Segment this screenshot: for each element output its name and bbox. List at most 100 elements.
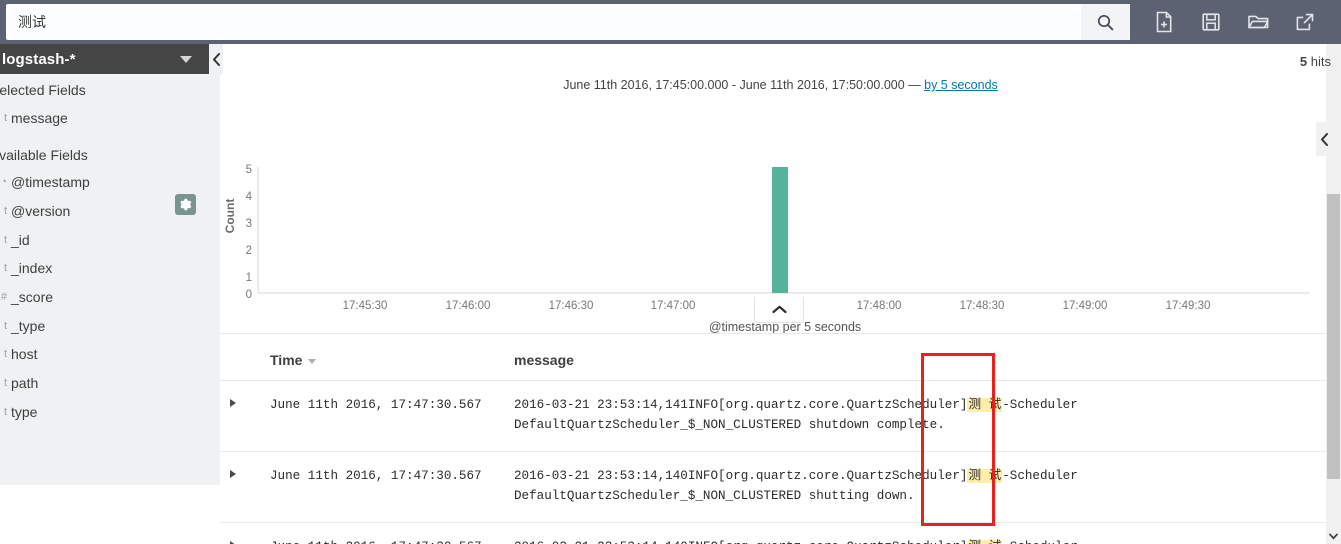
chevron-up-icon — [771, 305, 787, 314]
field-type-icon: t — [3, 112, 7, 125]
save-button[interactable] — [1187, 0, 1234, 44]
table-body: June 11th 2016, 17:47:30.567 2016-03-21 … — [220, 380, 1341, 544]
table-row[interactable]: June 11th 2016, 17:47:30.567 2016-03-21 … — [220, 522, 1341, 544]
search-input[interactable] — [6, 5, 1130, 39]
field-item-version[interactable]: t @version — [0, 197, 220, 226]
share-button[interactable] — [1281, 0, 1328, 44]
field-name: _index — [11, 260, 53, 277]
field-item-index[interactable]: t _index — [0, 254, 220, 283]
y-axis-label: Count — [223, 199, 237, 234]
vertical-scrollbar-thumb[interactable] — [1327, 194, 1340, 479]
x-tick-5: 17:48:00 — [857, 300, 902, 312]
scroll-down-arrow[interactable] — [1326, 529, 1341, 544]
y-tick-4: 4 — [246, 191, 253, 203]
save-icon — [1201, 13, 1220, 31]
table-row[interactable]: June 11th 2016, 17:47:30.567 2016-03-21 … — [220, 380, 1341, 452]
string-field-type-icon: t — [3, 205, 7, 218]
row-message-cell: 2016-03-21 23:53:14,140INFO[org.quartz.c… — [514, 451, 1341, 523]
chart-collapse-toggle[interactable] — [754, 297, 804, 323]
kibana-discover-page: logstash-* Selected Fields t message Ava… — [0, 0, 1341, 544]
field-name: @version — [11, 203, 71, 220]
clock-field-type-icon: ◔ — [0, 176, 7, 189]
string-field-type-icon: t — [3, 233, 7, 246]
field-name: message — [11, 110, 68, 127]
query-bar[interactable] — [6, 4, 1130, 40]
message-column-label: message — [514, 352, 574, 368]
y-tick-3: 3 — [246, 218, 252, 230]
x-tick-2: 17:46:30 — [549, 300, 594, 312]
message-prefix: 2016-03-21 23:53:14,140INFO[org.quartz.c… — [514, 469, 968, 483]
row-time-cell: June 11th 2016, 17:47:30.567 — [258, 522, 514, 544]
field-item-score[interactable]: # _score — [0, 283, 220, 312]
x-tick-8: 17:49:30 — [1166, 300, 1211, 312]
selected-field-list: t message — [0, 104, 220, 133]
open-folder-icon — [1247, 15, 1269, 29]
sidebar-collapse-button[interactable] — [209, 44, 223, 74]
hits-counter: 5 hits — [1300, 54, 1331, 69]
field-item-host[interactable]: t host — [0, 340, 220, 369]
row-time-cell: June 11th 2016, 17:47:30.567 — [258, 451, 514, 523]
y-tick-5: 5 — [246, 164, 252, 176]
search-submit-button[interactable] — [1081, 4, 1130, 40]
open-button[interactable] — [1234, 0, 1281, 44]
message-column-header[interactable]: message — [514, 333, 1341, 381]
message-prefix: 2016-03-21 23:53:14,140INFO[org.quartz.c… — [514, 540, 967, 544]
field-item-timestamp[interactable]: ◔ @timestamp — [0, 168, 220, 197]
field-name: type — [11, 403, 38, 420]
new-document-icon — [1156, 11, 1171, 33]
expand-row-cell[interactable] — [220, 380, 258, 452]
row-time-cell: June 11th 2016, 17:47:30.567 — [258, 380, 514, 452]
expand-row-icon[interactable] — [230, 399, 236, 407]
field-name: _score — [11, 289, 54, 306]
chart-panel-collapse-button[interactable] — [1316, 122, 1333, 156]
y-tick-2: 2 — [246, 245, 252, 257]
field-item-path[interactable]: t path — [0, 369, 220, 398]
sidebar-bottom-strip — [0, 485, 220, 544]
chevron-left-icon — [1321, 132, 1328, 146]
index-pattern-selector[interactable]: logstash-* — [0, 44, 210, 74]
field-name: @timestamp — [11, 174, 90, 191]
string-field-type-icon: t — [3, 348, 7, 361]
row-message-cell: 2016-03-21 23:53:14,140INFO[org.quartz.c… — [514, 522, 1341, 544]
new-document-button[interactable] — [1140, 0, 1187, 44]
y-tick-0: 0 — [246, 289, 252, 301]
table-header-row: Time message — [220, 333, 1341, 381]
x-tick-7: 17:49:00 — [1063, 300, 1108, 312]
field-item-type-meta[interactable]: t _type — [0, 311, 220, 340]
message-highlight: 测 试 — [967, 398, 1003, 412]
chevron-down-icon — [180, 56, 192, 63]
search-icon — [1097, 14, 1114, 30]
string-field-type-icon: t — [3, 262, 7, 275]
documents-table: Time message June 11th 2016, 17:47:30.56… — [220, 333, 1341, 544]
string-field-type-icon: t — [3, 377, 7, 390]
field-item-message[interactable]: t message — [0, 104, 220, 133]
expand-row-icon[interactable] — [230, 470, 236, 478]
field-name: path — [11, 375, 39, 392]
string-field-type-icon: t — [3, 319, 7, 332]
hits-label: hits — [1310, 54, 1331, 69]
nav-icon-group — [1140, 0, 1328, 44]
x-tick-6: 17:48:30 — [960, 300, 1005, 312]
top-navigation-bar — [0, 0, 1341, 44]
index-pattern-label: logstash-* — [2, 50, 76, 68]
x-tick-3: 17:47:00 — [651, 300, 696, 312]
vertical-scrollbar-track[interactable] — [1326, 44, 1341, 544]
chart-interval-link[interactable]: by 5 seconds — [924, 78, 998, 92]
time-column-label: Time — [270, 352, 303, 368]
expand-row-cell[interactable] — [220, 522, 258, 544]
share-external-icon — [1296, 13, 1313, 31]
discover-main-panel: 5 hits June 11th 2016, 17:45:00.000 - Ju… — [220, 44, 1341, 544]
message-prefix: 2016-03-21 23:53:14,141INFO[org.quartz.c… — [514, 398, 968, 412]
table-head: Time message — [220, 333, 1341, 381]
time-column-header[interactable]: Time — [258, 333, 514, 381]
sort-desc-icon[interactable] — [308, 358, 317, 364]
chevron-down-icon — [1329, 533, 1338, 540]
field-item-type[interactable]: t type — [0, 398, 220, 427]
hits-count: 5 — [1299, 54, 1308, 69]
field-name: _type — [11, 317, 46, 334]
table-row[interactable]: June 11th 2016, 17:47:30.567 2016-03-21 … — [220, 451, 1341, 523]
field-item-id[interactable]: t _id — [0, 225, 220, 254]
x-tick-0: 17:45:30 — [343, 300, 388, 312]
expand-row-cell[interactable] — [220, 451, 258, 523]
y-tick-1: 1 — [246, 272, 252, 284]
